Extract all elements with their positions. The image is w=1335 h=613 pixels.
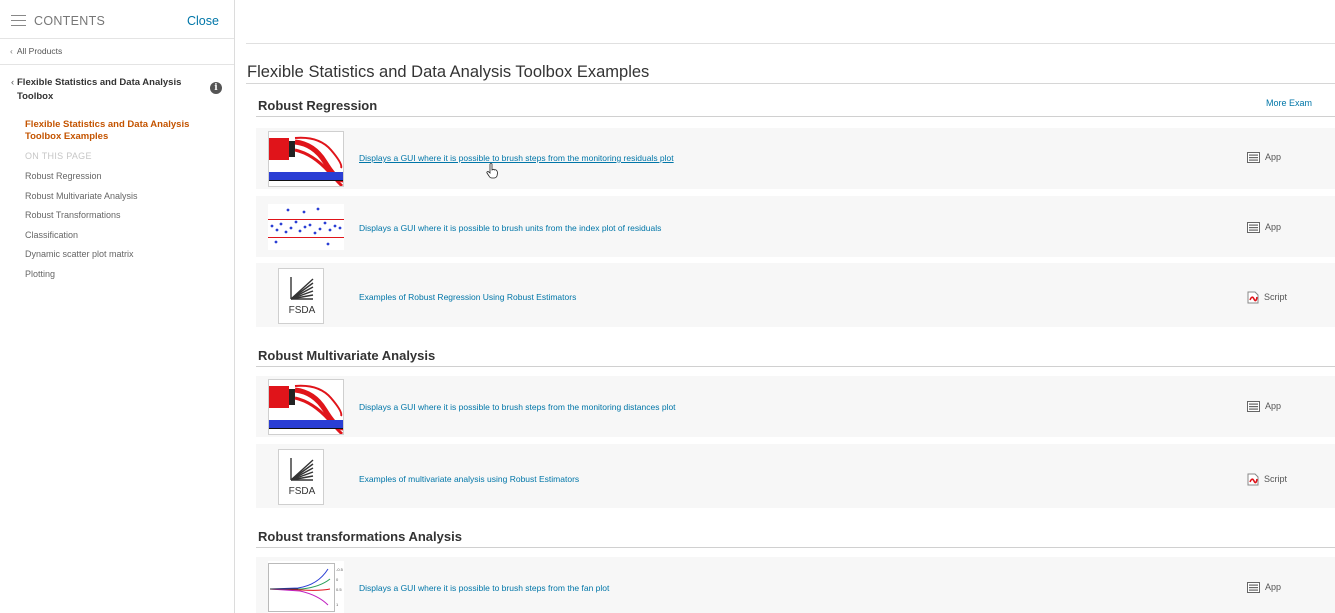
section-heading-robust-transformations: Robust transformations Analysis — [258, 529, 462, 544]
thumbnail-fan-plot[interactable]: -0.5 0 0.5 1 — [268, 561, 344, 613]
svg-text:0.5: 0.5 — [336, 587, 342, 592]
fsda-logo-icon — [290, 277, 314, 300]
example-link-fan-plot[interactable]: Displays a GUI where it is possible to b… — [359, 583, 609, 593]
toolbox-link[interactable]: ‹ Flexible Statistics and Data Analysis T… — [11, 76, 197, 104]
chevron-left-icon: ‹ — [10, 46, 13, 56]
example-type: App — [1247, 152, 1282, 164]
close-button[interactable]: Close — [187, 14, 219, 28]
toolbox-title: Flexible Statistics and Data Analysis To… — [17, 77, 182, 102]
toc-item-robust-regression[interactable]: Robust Regression — [25, 171, 138, 191]
index-plot-icon — [268, 204, 344, 250]
menu-icon[interactable] — [11, 15, 26, 27]
thumbnail-index-plot[interactable] — [268, 204, 344, 250]
fsda-logo-text: FSDA — [288, 305, 316, 316]
toc-item-robust-multivariate[interactable]: Robust Multivariate Analysis — [25, 191, 138, 211]
example-type-label: App — [1265, 401, 1282, 411]
example-type: App — [1247, 222, 1282, 234]
example-link-monitoring-distances[interactable]: Displays a GUI where it is possible to b… — [359, 402, 676, 412]
thumbnail-fsda-logo[interactable]: FSDA — [278, 268, 324, 324]
section-heading-robust-multivariate: Robust Multivariate Analysis — [258, 348, 436, 363]
example-link-multivariate[interactable]: Examples of multivariate analysis using … — [359, 474, 579, 484]
example-type-label: Script — [1264, 291, 1288, 302]
example-card: Displays a GUI where it is possible to b… — [256, 376, 1335, 437]
example-type: App — [1247, 582, 1282, 594]
contents-label: CONTENTS — [34, 14, 106, 28]
section-divider — [256, 116, 1335, 117]
example-card: FSDA Examples of multivariate analysis u… — [256, 444, 1335, 508]
main-content: Flexible Statistics and Data Analysis To… — [236, 0, 1335, 613]
thumbnail-monitoring-distances[interactable] — [268, 379, 344, 435]
sidebar: CONTENTS Close ‹ All Products ‹ Flexible S… — [0, 0, 235, 613]
app-icon — [1247, 401, 1260, 413]
section-divider — [256, 366, 1335, 367]
example-link-index-plot[interactable]: Displays a GUI where it is possible to b… — [359, 223, 661, 233]
fan-plot-icon: -0.5 0 0.5 1 — [268, 561, 344, 613]
fsda-logo-icon — [290, 458, 314, 481]
script-icon — [1247, 291, 1259, 304]
chevron-left-icon: ‹ — [11, 77, 15, 88]
example-type: Script — [1247, 291, 1287, 304]
info-icon[interactable]: i — [210, 82, 222, 94]
hand-cursor-icon — [486, 163, 498, 179]
more-examples-link[interactable]: More Exam — [1266, 98, 1312, 108]
toc-item-robust-transformations[interactable]: Robust Transformations — [25, 210, 138, 230]
example-card: FSDA Examples of Robust Regression Using… — [256, 263, 1335, 327]
title-divider — [246, 83, 1335, 84]
sidebar-divider — [0, 64, 234, 65]
svg-text:-0.5: -0.5 — [336, 567, 344, 572]
thumbnail-monitoring-residuals[interactable] — [268, 131, 344, 187]
section-divider — [256, 547, 1335, 548]
example-type-label: App — [1265, 222, 1282, 232]
section-heading-robust-regression: Robust Regression — [258, 98, 378, 113]
thumbnail-fsda-logo[interactable]: FSDA — [278, 449, 324, 505]
example-type: App — [1247, 401, 1282, 413]
on-this-page-label: ON THIS PAGE — [25, 151, 92, 161]
app-icon — [1247, 222, 1260, 234]
toc-item-plotting[interactable]: Plotting — [25, 269, 138, 289]
script-icon — [1247, 473, 1259, 486]
example-type: Script — [1247, 473, 1287, 486]
example-type-label: App — [1265, 152, 1282, 162]
example-type-label: App — [1265, 582, 1282, 592]
all-products-link[interactable]: ‹ All Products — [10, 46, 62, 56]
top-divider — [246, 43, 1335, 44]
residuals-plot-icon — [269, 132, 343, 186]
toc-item-dynamic-scatter[interactable]: Dynamic scatter plot matrix — [25, 249, 138, 269]
toc-list: Robust Regression Robust Multivariate An… — [25, 171, 138, 288]
example-link-monitoring-residuals[interactable]: Displays a GUI where it is possible to b… — [359, 153, 674, 163]
page-title: Flexible Statistics and Data Analysis To… — [247, 63, 650, 81]
example-type-label: Script — [1264, 473, 1288, 484]
fsda-logo-text: FSDA — [288, 486, 316, 497]
example-card: -0.5 0 0.5 1 Displays a GUI where it is … — [256, 557, 1335, 613]
example-card: Displays a GUI where it is possible to b… — [256, 196, 1335, 257]
app-icon — [1247, 582, 1260, 594]
sidebar-divider — [0, 38, 234, 39]
toc-item-classification[interactable]: Classification — [25, 230, 138, 250]
all-products-label: All Products — [16, 46, 63, 56]
example-card: Displays a GUI where it is possible to b… — [256, 128, 1335, 189]
app-icon — [1247, 152, 1260, 164]
example-link-robust-regression[interactable]: Examples of Robust Regression Using Robu… — [359, 292, 576, 302]
distances-plot-icon — [269, 380, 343, 434]
sidebar-header: CONTENTS Close — [0, 0, 235, 42]
sidebar-item-examples[interactable]: Flexible Statistics and Data Analysis To… — [25, 119, 225, 143]
